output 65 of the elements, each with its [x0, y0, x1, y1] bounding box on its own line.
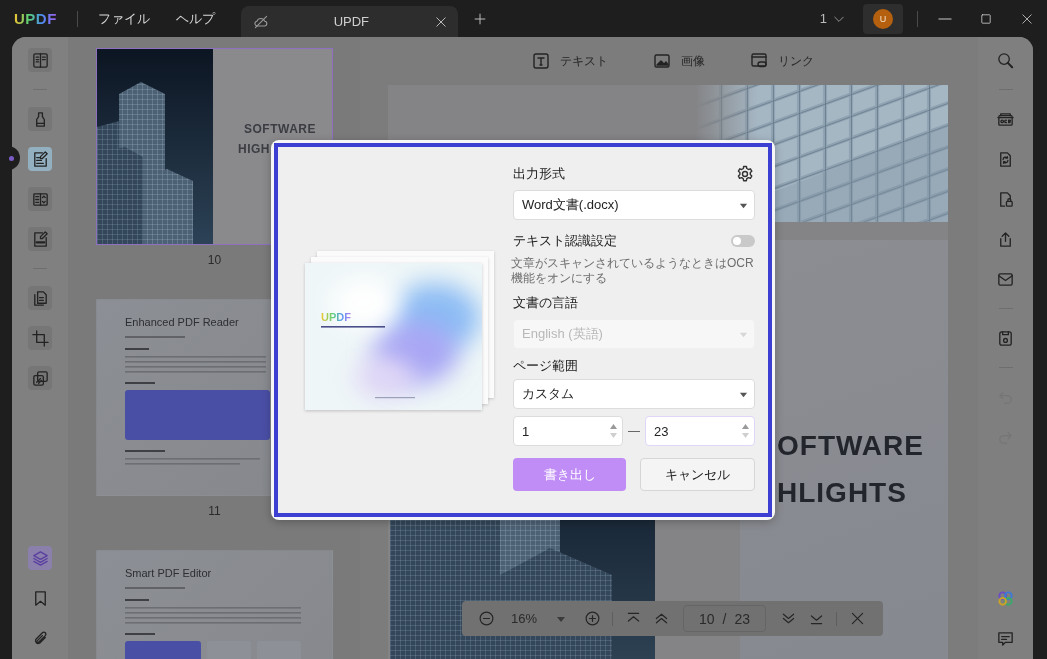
- cancel-button[interactable]: キャンセル: [640, 458, 755, 491]
- new-tab-button[interactable]: [472, 11, 487, 26]
- clover-icon: [996, 588, 1015, 608]
- page-thumbnail[interactable]: Smart PDF Editor: [96, 550, 333, 659]
- text-box-icon: [530, 51, 551, 71]
- field-label: 出力形式: [513, 165, 565, 183]
- close-tab-button[interactable]: [433, 14, 448, 29]
- watermark-tool-button[interactable]: [28, 366, 52, 390]
- page-heading: HLIGHTS: [777, 477, 908, 509]
- add-text-button[interactable]: テキスト: [530, 51, 608, 71]
- save-icon: [996, 328, 1015, 348]
- page-number: 10: [206, 253, 223, 267]
- dropdown[interactable]: カスタム: [513, 379, 755, 409]
- cloud-off-icon: [252, 13, 269, 30]
- thumbnail-title: Smart PDF Editor: [125, 567, 213, 579]
- maximize-icon: [978, 11, 993, 26]
- stacked-squares-icon: [30, 368, 50, 388]
- page-heading: OFTWARE: [777, 430, 925, 462]
- account-button[interactable]: U: [863, 3, 903, 34]
- page-number: 11: [207, 504, 222, 518]
- menu-item[interactable]: ファイル: [97, 9, 150, 28]
- settings-icon: [735, 164, 755, 184]
- add-image-button[interactable]: 画像: [651, 51, 705, 71]
- highlight-tool-button[interactable]: [28, 107, 52, 131]
- thumbnail-heading: SOFTWARE: [244, 122, 316, 136]
- add-link-button[interactable]: リンク: [748, 51, 814, 71]
- field-label: テキスト認識設定: [513, 232, 617, 250]
- zoom-out-icon: [477, 610, 495, 627]
- zoom-in-icon: [583, 610, 601, 627]
- dropdown[interactable]: Word文書(.docx): [513, 190, 755, 220]
- plus-icon: [472, 11, 487, 26]
- range-dash: —: [627, 424, 641, 438]
- thumbnail-heading: HIGH: [238, 142, 271, 156]
- organize-tool-button[interactable]: [28, 286, 52, 310]
- crop-tool-button[interactable]: [28, 326, 52, 350]
- toggle-switch[interactable]: [731, 235, 755, 247]
- minimize-icon: [937, 17, 952, 20]
- search-icon: [996, 50, 1015, 70]
- document-tab[interactable]: UPDF: [240, 6, 458, 37]
- field-label: 文書の言語: [513, 294, 579, 312]
- spinner-arrows-icon: [609, 422, 618, 440]
- crop-icon: [30, 328, 50, 348]
- number-field[interactable]: 23: [645, 416, 755, 446]
- edit-tool-button[interactable]: [28, 147, 52, 171]
- hint-text: 文章がスキャンされているようなときはOCR機能をオンにする: [511, 256, 755, 286]
- avatar: U: [873, 8, 893, 29]
- page-separator: /: [722, 610, 727, 627]
- total-pages: 23: [734, 610, 750, 627]
- dropdown: English (英語): [513, 319, 755, 349]
- layers-icon: [30, 548, 50, 568]
- form-tool-button[interactable]: [28, 187, 52, 211]
- image-icon: [651, 51, 672, 71]
- sign-tool-button[interactable]: [28, 227, 52, 251]
- field-label: ページ範囲: [513, 357, 579, 375]
- number-field[interactable]: 1: [513, 416, 623, 446]
- book-icon: [30, 50, 50, 70]
- close-icon: [1019, 11, 1034, 26]
- reader-tool-button[interactable]: [28, 48, 52, 72]
- settings-button[interactable]: [735, 164, 755, 184]
- current-page: 10: [698, 610, 715, 627]
- close-icon: [433, 14, 448, 29]
- spinner-arrows-icon: [741, 422, 750, 440]
- window-count-dropdown[interactable]: 1: [819, 11, 845, 26]
- layers-tool-button[interactable]: [28, 546, 52, 570]
- menu-item[interactable]: ヘルプ: [175, 9, 215, 28]
